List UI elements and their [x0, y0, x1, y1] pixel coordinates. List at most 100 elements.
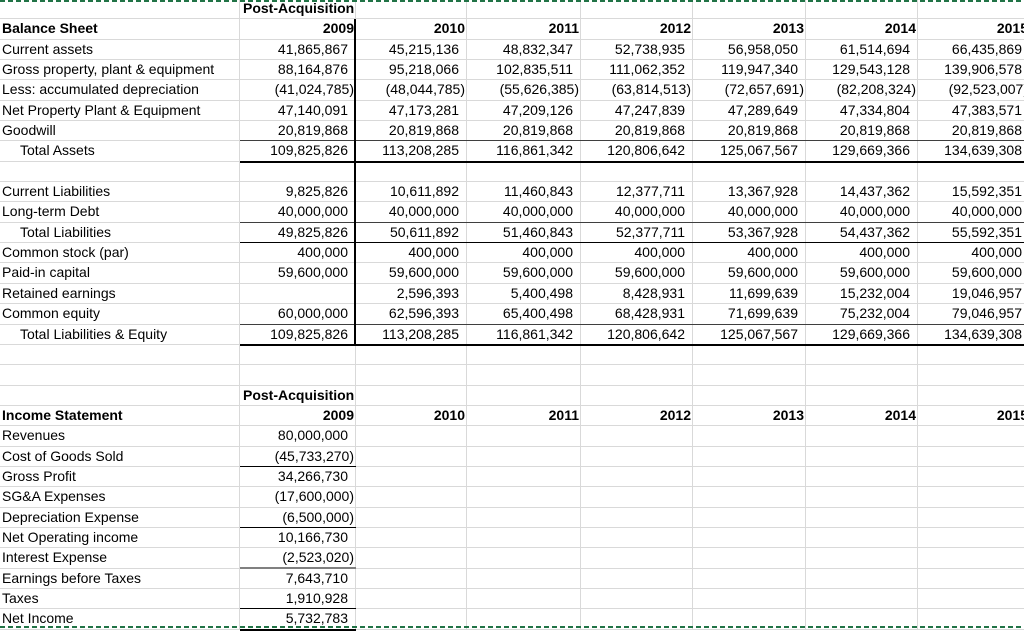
value-2010[interactable]: 20,819,868	[356, 121, 467, 140]
value-2009[interactable]: 80,000,000	[240, 426, 356, 445]
value-2013[interactable]: 13,367,928	[693, 182, 806, 201]
value-2009[interactable]	[240, 284, 356, 303]
row-label[interactable]: Earnings before Taxes	[0, 569, 240, 588]
value-2011[interactable]: 47,209,126	[467, 101, 581, 120]
value-2010[interactable]: 45,215,136	[356, 40, 467, 59]
year-header-2012[interactable]: 2012	[581, 19, 693, 38]
balance-sheet-title[interactable]: Balance Sheet	[0, 19, 240, 38]
value-2013[interactable]: (72,657,691)	[693, 80, 806, 99]
value-2014[interactable]: (82,208,324)	[806, 80, 918, 99]
value-2014[interactable]: 20,819,868	[806, 121, 918, 140]
value-2013[interactable]: 119,947,340	[693, 60, 806, 79]
row-label[interactable]: Interest Expense	[0, 548, 240, 567]
row-label[interactable]: Less: accumulated depreciation	[0, 80, 240, 99]
value-2013[interactable]: 59,600,000	[693, 263, 806, 282]
value-2012[interactable]: 52,738,935	[581, 40, 693, 59]
value-2010[interactable]: 113,208,285	[356, 140, 467, 164]
value-2010[interactable]: 47,173,281	[356, 101, 467, 120]
value-2013[interactable]: 400,000	[693, 243, 806, 262]
row-label[interactable]: Current Liabilities	[0, 182, 240, 201]
year-header-2013[interactable]: 2013	[693, 406, 806, 425]
row-label[interactable]: Total Assets	[0, 141, 240, 160]
row-label[interactable]: Net Property Plant & Equipment	[0, 101, 240, 120]
value-2010[interactable]: 10,611,892	[356, 182, 467, 201]
value-2013[interactable]: 20,819,868	[693, 121, 806, 140]
post-acquisition-header[interactable]: Post-Acquisition	[240, 0, 356, 18]
value-2015[interactable]: 20,819,868	[918, 121, 1024, 140]
row-label[interactable]: Retained earnings	[0, 284, 240, 303]
value-2011[interactable]: 51,460,843	[467, 221, 581, 244]
value-2012[interactable]: (63,814,513)	[581, 80, 693, 99]
value-2009[interactable]: 7,643,710	[240, 569, 356, 588]
row-label[interactable]: Common equity	[0, 304, 240, 323]
value-2015[interactable]: 40,000,000	[918, 202, 1024, 221]
value-2009[interactable]: 20,819,868	[240, 121, 356, 140]
value-2015[interactable]: (92,523,007)	[918, 80, 1024, 99]
value-2010[interactable]: 40,000,000	[356, 202, 467, 221]
value-2013[interactable]: 11,699,639	[693, 284, 806, 303]
value-2015[interactable]: 59,600,000	[918, 263, 1024, 282]
year-header-2014[interactable]: 2014	[806, 406, 918, 425]
value-2014[interactable]: 47,334,804	[806, 101, 918, 120]
value-2009[interactable]: (17,600,000)	[240, 487, 356, 506]
year-header-2009[interactable]: 2009	[240, 406, 356, 425]
value-2013[interactable]: 40,000,000	[693, 202, 806, 221]
row-label[interactable]: Current assets	[0, 40, 240, 59]
row-label[interactable]: Gross property, plant & equipment	[0, 60, 240, 79]
value-2015[interactable]: 19,046,957	[918, 284, 1024, 303]
value-2009[interactable]: 40,000,000	[240, 202, 356, 221]
value-2014[interactable]: 61,514,694	[806, 40, 918, 59]
year-header-2015[interactable]: 2015	[918, 406, 1024, 425]
value-2013[interactable]: 53,367,928	[693, 221, 806, 244]
value-2015[interactable]: 79,046,957	[918, 304, 1024, 323]
value-2015[interactable]: 134,639,308	[918, 140, 1024, 164]
value-2009[interactable]: (45,733,270)	[240, 447, 356, 468]
row-label[interactable]: Total Liabilities & Equity	[0, 325, 240, 344]
value-2015[interactable]: 139,906,578	[918, 60, 1024, 79]
value-2009[interactable]: 47,140,091	[240, 101, 356, 120]
row-label[interactable]: Total Liabilities	[0, 223, 240, 242]
row-label[interactable]: Taxes	[0, 589, 240, 608]
row-label[interactable]: Common stock (par)	[0, 243, 240, 262]
value-2009[interactable]: 88,164,876	[240, 60, 356, 79]
value-2010[interactable]: 59,600,000	[356, 263, 467, 282]
value-2015[interactable]: 66,435,869	[918, 40, 1024, 59]
value-2012[interactable]: 400,000	[581, 243, 693, 262]
year-header-2012[interactable]: 2012	[581, 406, 693, 425]
value-2015[interactable]: 55,592,351	[918, 221, 1024, 244]
value-2012[interactable]: 47,247,839	[581, 101, 693, 120]
value-2014[interactable]: 75,232,004	[806, 304, 918, 323]
value-2012[interactable]: 111,062,352	[581, 60, 693, 79]
value-2014[interactable]: 59,600,000	[806, 263, 918, 282]
value-2010[interactable]: 113,208,285	[356, 323, 467, 347]
row-label[interactable]: Paid-in capital	[0, 263, 240, 282]
year-header-2010[interactable]: 2010	[356, 19, 467, 38]
value-2012[interactable]: 120,806,642	[581, 323, 693, 347]
value-2011[interactable]: 20,819,868	[467, 121, 581, 140]
value-2011[interactable]: 5,400,498	[467, 284, 581, 303]
post-acquisition-header[interactable]: Post-Acquisition	[240, 386, 356, 405]
value-2013[interactable]: 125,067,567	[693, 323, 806, 347]
value-2011[interactable]: (55,626,385)	[467, 80, 581, 99]
value-2014[interactable]: 129,543,128	[806, 60, 918, 79]
year-header-2013[interactable]: 2013	[693, 19, 806, 38]
value-2009[interactable]: 60,000,000	[240, 304, 356, 323]
value-2009[interactable]: 41,865,867	[240, 40, 356, 59]
value-2009[interactable]: 1,910,928	[240, 589, 356, 610]
value-2011[interactable]: 65,400,498	[467, 304, 581, 323]
row-label[interactable]: Cost of Goods Sold	[0, 447, 240, 466]
row-label[interactable]: Depreciation Expense	[0, 508, 240, 527]
row-label[interactable]: Long-term Debt	[0, 202, 240, 221]
value-2009[interactable]: (6,500,000)	[240, 508, 356, 529]
row-label[interactable]: Gross Profit	[0, 467, 240, 486]
value-2009[interactable]: 59,600,000	[240, 263, 356, 282]
value-2012[interactable]: 52,377,711	[581, 221, 693, 244]
year-header-2011[interactable]: 2011	[467, 406, 581, 425]
row-label[interactable]: Revenues	[0, 426, 240, 445]
value-2011[interactable]: 116,861,342	[467, 323, 581, 347]
value-2012[interactable]: 12,377,711	[581, 182, 693, 201]
value-2013[interactable]: 56,958,050	[693, 40, 806, 59]
value-2010[interactable]: 62,596,393	[356, 304, 467, 323]
value-2011[interactable]: 102,835,511	[467, 60, 581, 79]
value-2014[interactable]: 129,669,366	[806, 323, 918, 347]
